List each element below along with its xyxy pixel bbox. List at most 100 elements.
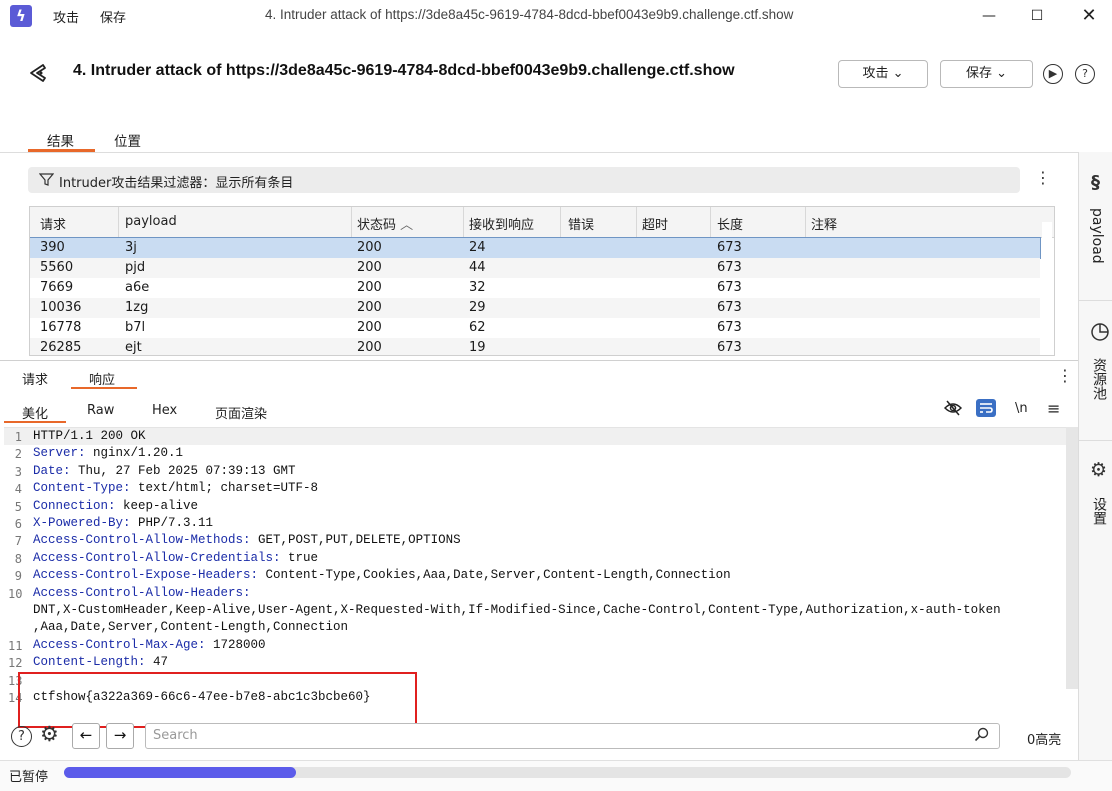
header-key: Access-Control-Allow-Credentials: [33,550,281,565]
tab-pretty[interactable]: 美化 [22,403,48,422]
chevron-down-icon: ⌄ [892,66,904,81]
header-value: HTTP/1.1 200 OK [33,429,146,443]
col-error[interactable]: 错误 [568,214,594,233]
col-comment[interactable]: 注释 [811,214,837,233]
header-value: PHP/7.3.11 [130,516,214,530]
tab-response[interactable]: 响应 [89,369,115,388]
back-icon[interactable] [28,62,50,84]
results-table: 请求 payload 状态码 ︿ 接收到响应 错误 超时 长度 注释 390 3j… [29,206,1055,356]
prev-arrow-icon[interactable]: ← [72,723,100,749]
filter-text: Intruder攻击结果过滤器：显示所有条目 [59,176,294,191]
table-cell: 32 [469,280,486,295]
table-row[interactable]: 26285 ejt 200 19 673 [30,338,1040,355]
menu-attack[interactable]: 攻击 [53,7,79,26]
table-cell: 673 [717,320,742,335]
save-dropdown-button[interactable]: 保存 ⌄ [940,60,1033,88]
sidebar-item-settings[interactable]: 设置 [1089,497,1109,525]
table-row[interactable]: 16778 b7l 200 62 673 [30,318,1040,338]
help-icon[interactable]: ? [1075,64,1095,84]
table-cell: 200 [357,260,382,275]
next-arrow-icon[interactable]: → [106,723,134,749]
table-cell: ejt [125,340,142,355]
table-cell: 200 [357,300,382,315]
play-icon[interactable]: ▶ [1043,64,1063,84]
line-number: 11 [8,638,23,653]
header-key: Access-Control-Allow-Headers: [33,585,251,600]
tab-hex[interactable]: Hex [152,403,177,418]
active-tab-indicator [4,421,66,423]
header-key: X-Powered-By: [33,516,131,530]
table-cell: pjd [125,260,146,275]
table-row[interactable]: 7669 a6e 200 32 673 [30,278,1040,298]
header-value: 47 [145,655,169,670]
chevron-down-icon: ⌄ [996,66,1008,81]
table-cell: 200 [357,340,382,355]
page-title: 4. Intruder attack of https://3de8a45c-9… [73,62,735,79]
tab-request[interactable]: 请求 [22,369,48,388]
close-icon[interactable]: ✕ [1066,2,1112,30]
gear-icon: ⚙ [1090,459,1108,481]
code-line: Server: nginx/1.20.1 [33,446,183,460]
highlight-count: 0高亮 [1027,733,1062,748]
header-key: Connection: [33,498,116,513]
line-number: 1 [14,430,22,444]
line-number: 5 [14,499,22,514]
table-row[interactable]: 390 3j 200 24 673 [30,237,1041,259]
minimize-icon[interactable]: — [966,2,1012,30]
col-timeout[interactable]: 超时 [642,214,668,233]
save-button-label: 保存 [965,66,992,81]
status-text: 已暂停 [9,770,49,785]
word-wrap-icon[interactable] [976,399,996,417]
table-cell: b7l [125,320,146,335]
table-cell: 5560 [40,260,74,275]
search-icon[interactable] [974,727,989,746]
payload-s-icon: § [1091,172,1100,193]
maximize-icon[interactable]: ☐ [1014,2,1060,30]
header-value: ,Aaa,Date,Server,Content-Length,Connecti… [33,620,349,635]
eye-slash-icon[interactable] [943,400,963,420]
code-line: HTTP/1.1 200 OK [33,429,146,443]
tab-raw[interactable]: Raw [87,403,114,418]
menu-save[interactable]: 保存 [100,7,126,26]
window-title: 4. Intruder attack of https://3de8a45c-9… [265,7,794,22]
table-cell: 673 [717,240,742,255]
table-scrollbar[interactable] [1042,222,1052,354]
table-cell: 200 [357,240,382,255]
pie-chart-icon [1090,322,1110,346]
table-cell: 390 [40,240,65,255]
more-vertical-icon[interactable]: ⋮ [1035,168,1051,187]
table-cell: 62 [469,320,486,335]
tab-results[interactable]: 结果 [47,130,74,150]
flag-highlight-box [18,672,417,728]
editor-scrollbar[interactable] [1066,427,1078,689]
col-received[interactable]: 接收到响应 [469,214,534,233]
code-line: Access-Control-Expose-Headers: Content-T… [33,568,731,582]
menu-icon[interactable]: ≡ [1047,399,1060,418]
newline-icon[interactable]: \n [1015,401,1028,416]
header-key: Content-Type: [33,481,131,496]
line-number: 9 [14,569,22,584]
tab-render[interactable]: 页面渲染 [215,403,267,422]
header-value: 1728000 [205,637,266,652]
help-icon[interactable]: ? [11,726,32,747]
tab-positions[interactable]: 位置 [114,130,141,150]
col-status[interactable]: 状态码 ︿ [357,214,413,233]
sidebar-item-resource-pool[interactable]: 资源池 [1089,358,1109,400]
col-request[interactable]: 请求 [40,214,66,233]
attack-dropdown-button[interactable]: 攻击 ⌄ [838,60,928,88]
col-payload[interactable]: payload [125,214,177,229]
header-value: nginx/1.20.1 [85,446,184,461]
header-key: Date: [33,463,71,478]
active-tab-indicator [71,387,137,389]
more-vertical-icon[interactable]: ⋮ [1057,366,1073,385]
code-line: ,Aaa,Date,Server,Content-Length,Connecti… [33,620,348,634]
sidebar-item-payload[interactable]: payload [1089,208,1105,264]
gear-icon[interactable]: ⚙ [40,722,59,746]
code-line: Access-Control-Max-Age: 1728000 [33,638,266,652]
search-input[interactable] [145,723,1000,749]
table-row[interactable]: 5560 pjd 200 44 673 [30,258,1040,278]
col-length[interactable]: 长度 [717,214,743,233]
code-line: Connection: keep-alive [33,499,198,513]
table-row[interactable]: 10036 1zg 200 29 673 [30,298,1040,318]
table-cell: 26285 [40,340,82,355]
